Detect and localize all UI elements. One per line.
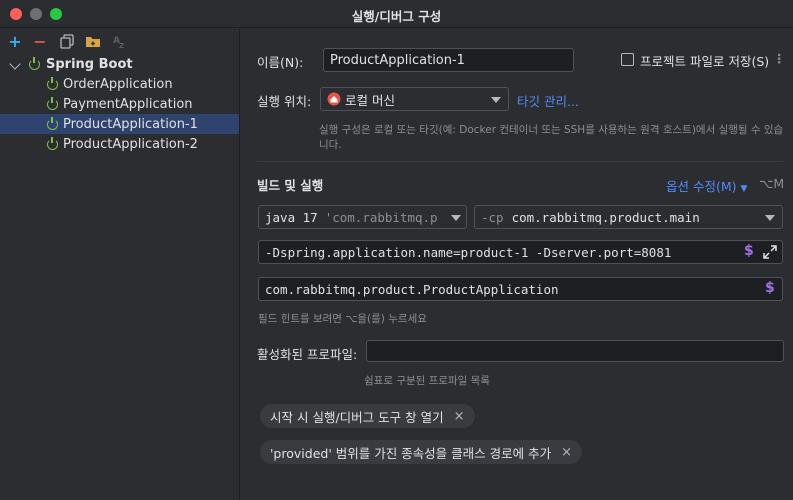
chevron-down-icon [765, 215, 775, 221]
field-hint: 필드 힌트를 보려면 ⌥을(를) 누르세요 [258, 313, 427, 325]
chevron-down-icon [491, 97, 501, 103]
new-folder-button[interactable] [84, 32, 102, 50]
add-configuration-button[interactable]: + [6, 31, 24, 51]
main-class-value: com.rabbitmq.product.ProductApplication [265, 281, 559, 297]
folder-add-icon [86, 36, 100, 47]
modify-options-label: 옵션 수정(M) [666, 179, 737, 194]
jdk-value: java 17 [265, 209, 318, 225]
active-profiles-label: 활성화된 프로파일: [257, 347, 358, 362]
name-label: 이름(N): [257, 55, 304, 70]
save-to-project-label: 프로젝트 파일로 저장(S) [640, 54, 770, 69]
tree-item-label: ProductApplication-2 [63, 136, 198, 152]
active-profiles-field[interactable] [366, 340, 784, 362]
home-icon [327, 92, 341, 106]
sort-alpha-icon: AZ [113, 36, 124, 48]
jdk-combobox[interactable]: java 17 'com.rabbitmq.p [258, 205, 467, 229]
chip-label: 'provided' 범위를 가진 종속성을 클래스 경로에 추가 [270, 445, 552, 461]
tree-item-order-application[interactable]: OrderApplication [0, 74, 239, 94]
remove-configuration-button[interactable]: − [31, 31, 49, 51]
tree-item-label: ProductApplication-1 [63, 116, 198, 132]
spring-boot-icon [47, 136, 58, 150]
modify-options-link[interactable]: 옵션 수정(M) ▼ [666, 176, 747, 195]
tree-item-payment-application[interactable]: PaymentApplication [0, 94, 239, 114]
spring-boot-icon [47, 116, 58, 130]
tree-group-spring-boot[interactable]: Spring Boot [0, 54, 239, 74]
divider [257, 161, 783, 162]
vm-options-value: -Dspring.application.name=product-1 -Dse… [265, 244, 672, 260]
insert-macro-icon[interactable]: $ [765, 280, 775, 296]
spring-boot-icon [47, 76, 58, 90]
sidebar-toolbar: + − AZ [0, 29, 240, 53]
chevron-down-icon: ▼ [740, 184, 748, 194]
tree-item-product-application-2[interactable]: ProductApplication-2 [0, 134, 239, 154]
manage-targets-link[interactable]: 타깃 관리... [517, 91, 579, 110]
name-field[interactable]: ProductApplication-1 [323, 48, 574, 72]
modify-options-shortcut: ⌥M [759, 176, 785, 191]
close-icon[interactable]: × [561, 445, 572, 460]
title-bar: 실행/디버그 구성 [0, 0, 793, 28]
configuration-form: 이름(N): ProductApplication-1 프로젝트 파일로 저장(… [241, 29, 793, 500]
tree-item-label: PaymentApplication [63, 96, 193, 112]
minus-icon: − [33, 31, 47, 51]
expand-icon[interactable] [763, 245, 777, 263]
jdk-detail: 'com.rabbitmq.p [324, 209, 438, 225]
insert-macro-icon[interactable]: $ [744, 243, 754, 259]
tree-item-label: OrderApplication [63, 76, 173, 92]
main-class-field[interactable]: com.rabbitmq.product.ProductApplication [258, 277, 783, 301]
chevron-down-icon [451, 215, 461, 221]
close-icon[interactable]: × [454, 409, 465, 424]
run-on-combobox[interactable]: 로컬 머신 [320, 87, 509, 111]
cp-prefix: -cp [481, 209, 504, 225]
configurations-sidebar: + − AZ Spring Boot OrderApplication Paym… [0, 29, 240, 500]
copy-configuration-button[interactable] [58, 32, 76, 50]
chip-label: 시작 시 실행/디버그 도구 창 열기 [270, 409, 444, 425]
run-on-hint: 실행 구성은 로컬 또는 타깃(예: Docker 컨테이너 또는 SSH를 사… [319, 124, 784, 151]
window-title: 실행/디버그 구성 [351, 9, 442, 24]
classpath-module-combobox[interactable]: -cp com.rabbitmq.product.main [474, 205, 783, 229]
run-on-value: 로컬 머신 [345, 92, 395, 108]
name-value: ProductApplication-1 [330, 52, 465, 68]
option-chip-open-tool-window[interactable]: 시작 시 실행/디버그 도구 창 열기 × [260, 404, 475, 428]
svg-text:Z: Z [119, 42, 124, 48]
run-on-label: 실행 위치: [257, 94, 312, 109]
chevron-down-icon[interactable] [9, 57, 21, 72]
cp-value: com.rabbitmq.product.main [511, 209, 700, 225]
spring-boot-icon [47, 96, 58, 110]
active-profiles-hint: 쉼표로 구분된 프로파일 목록 [364, 375, 490, 387]
sort-configurations-button[interactable]: AZ [111, 32, 129, 50]
copy-icon [60, 33, 74, 49]
save-to-project-checkbox[interactable] [621, 53, 634, 66]
tree-group-label: Spring Boot [46, 56, 133, 72]
option-chip-provided-scope[interactable]: 'provided' 범위를 가진 종속성을 클래스 경로에 추가 × [260, 440, 582, 464]
plus-icon: + [8, 31, 22, 51]
more-options-icon[interactable]: ⋮ [773, 51, 786, 66]
build-and-run-heading: 빌드 및 실행 [257, 178, 324, 193]
vm-options-field[interactable]: -Dspring.application.name=product-1 -Dse… [258, 240, 783, 264]
spring-boot-icon [29, 56, 40, 70]
tree-item-product-application-1[interactable]: ProductApplication-1 [0, 114, 239, 134]
